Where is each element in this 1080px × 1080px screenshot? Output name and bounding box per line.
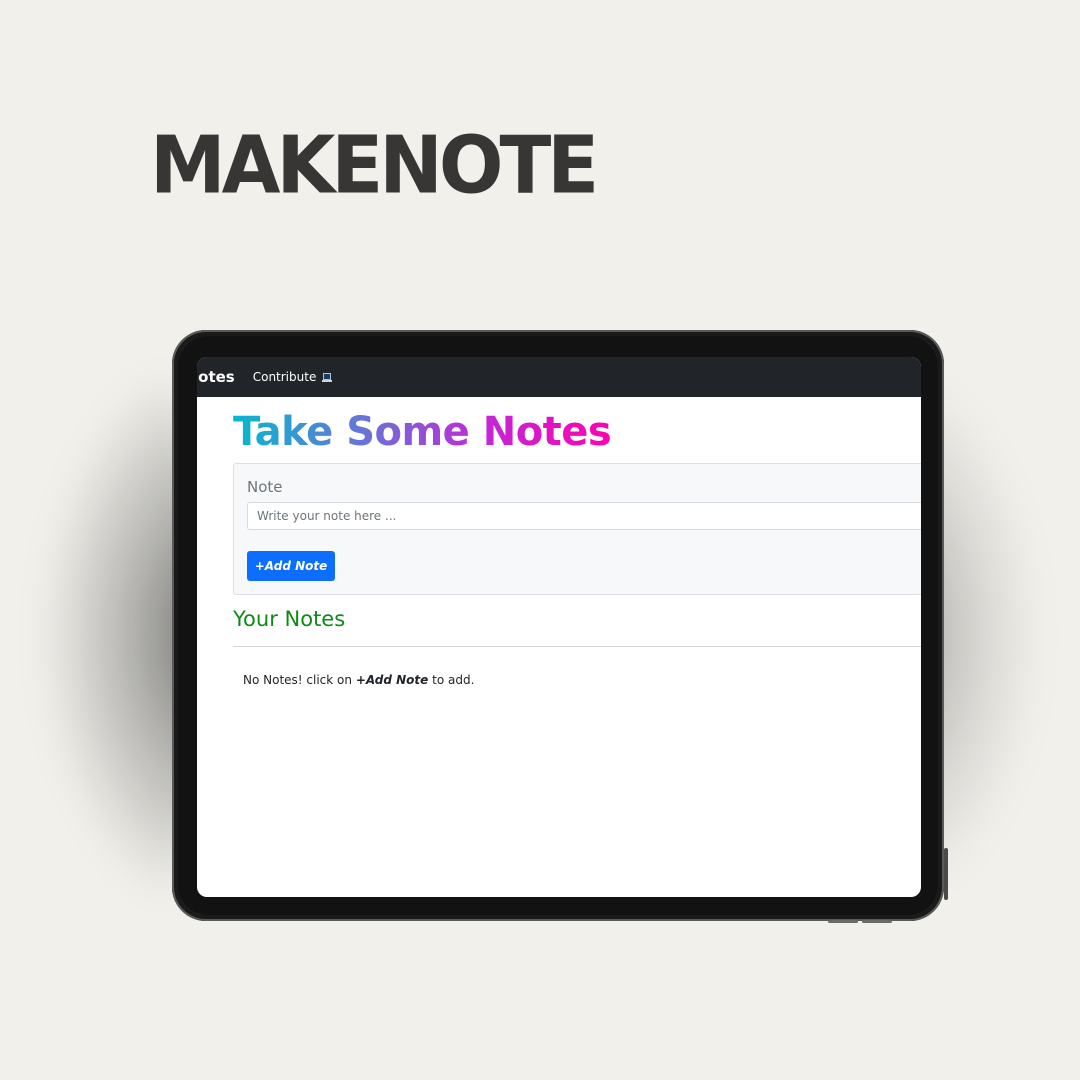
empty-message-prefix: No Notes! click on [243,673,356,687]
navbar-brand[interactable]: lotes [197,368,235,386]
tablet-side-button [944,848,948,900]
section-divider [233,646,921,647]
tablet-volume-button-2 [862,920,892,923]
empty-notes-message: No Notes! click on +Add Note to add. [243,673,474,687]
laptop-icon [322,372,333,382]
tablet-volume-button-1 [828,920,858,923]
navbar: lotes Contribute [197,357,921,397]
promo-title: MAKENOTE [150,118,599,212]
add-note-button[interactable]: +Add Note [247,551,335,581]
page-title: Take Some Notes [233,409,612,455]
notes-section-title: Your Notes [233,607,346,631]
contribute-link-label: Contribute [252,370,317,384]
app-screen: lotes Contribute Take Some Notes Note +A… [197,357,921,897]
note-input[interactable] [247,502,921,530]
empty-message-add-note-hint: +Add Note [355,673,429,687]
note-form-card: Note +Add Note [233,463,921,595]
contribute-link[interactable]: Contribute [253,370,333,384]
note-field-label: Note [247,478,283,496]
promo-canvas: MAKENOTE lotes Contribute Take Some Note… [0,0,1080,1080]
empty-message-suffix: to add. [428,673,475,687]
